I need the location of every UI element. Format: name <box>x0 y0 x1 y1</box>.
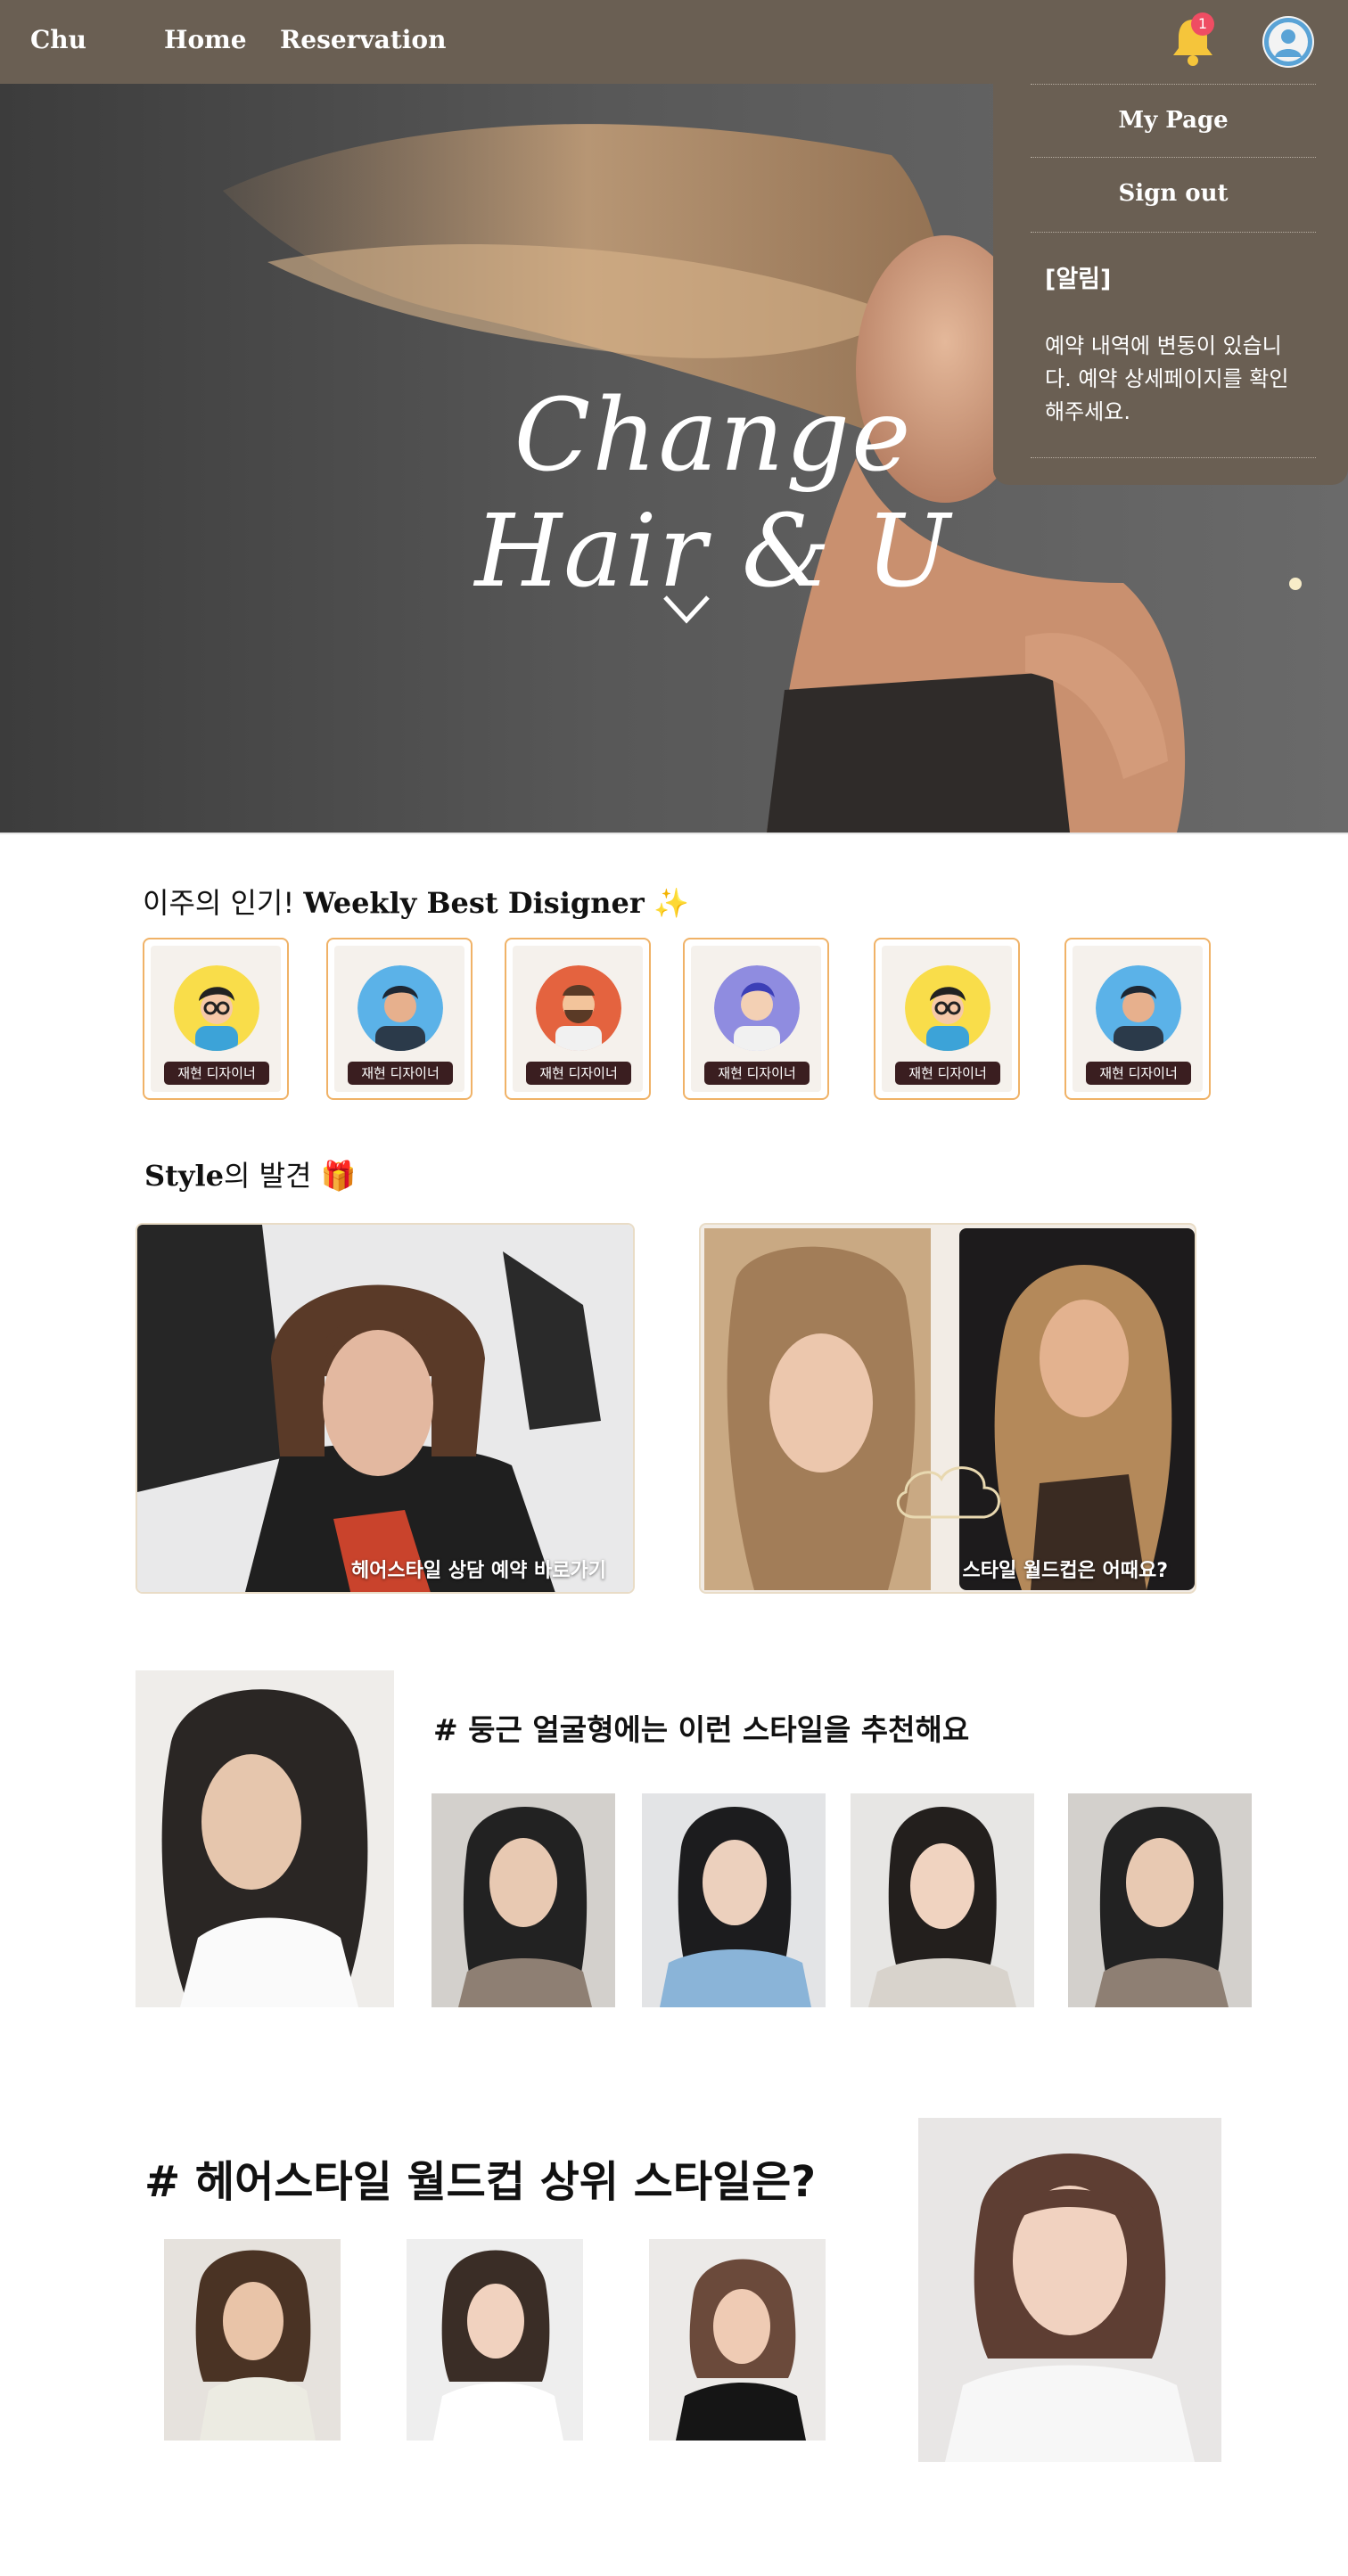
promo-photo-bob <box>137 1225 633 1592</box>
consultation-promo-caption: 헤어스타일 상담 예약 바로가기 <box>350 1560 606 1582</box>
designer-name-tag: 재현 디자이너 <box>348 1062 453 1085</box>
designer-name-tag: 재현 디자이너 <box>704 1062 810 1085</box>
style-thumbnail[interactable] <box>1068 1793 1252 2007</box>
style-thumbnail[interactable] <box>642 1793 826 2007</box>
top-style-photo <box>407 2239 583 2441</box>
designer-card[interactable]: 재현 디자이너 <box>326 938 473 1100</box>
designer-card-inner: 재현 디자이너 <box>691 946 821 1092</box>
designer-card[interactable]: 재현 디자이너 <box>505 938 651 1100</box>
designer-avatar <box>536 965 621 1051</box>
nav-reservation-link[interactable]: Reservation <box>280 25 446 54</box>
hero-title: Change Hair & U <box>474 378 952 610</box>
top-navbar: Chu Home Reservation 1 <box>0 0 1348 84</box>
worldcup-promo-card[interactable]: 스타일 월드컵은 어때요? <box>699 1223 1196 1594</box>
style-title-bold: Style <box>144 1159 224 1193</box>
designer-card-inner: 재현 디자이너 <box>151 946 281 1092</box>
designer-name-tag: 재현 디자이너 <box>526 1062 631 1085</box>
designer-avatar <box>174 965 259 1051</box>
top-style-thumbnail[interactable] <box>407 2239 583 2441</box>
designer-card-inner: 재현 디자이너 <box>1073 946 1203 1092</box>
designer-card[interactable]: 재현 디자이너 <box>683 938 829 1100</box>
style-title-suffix: 의 발견 <box>224 1159 321 1193</box>
my-page-menu-item[interactable]: My Page <box>1031 84 1316 155</box>
designer-avatar <box>905 965 990 1051</box>
notification-badge: 1 <box>1191 12 1214 36</box>
round-face-main-photo <box>136 1670 394 2007</box>
style-photo <box>851 1793 1034 2007</box>
profile-avatar-button[interactable] <box>1262 16 1314 68</box>
consultation-promo-card[interactable]: 헤어스타일 상담 예약 바로가기 <box>136 1223 635 1594</box>
weekly-title-prefix: 이주의 인기! <box>143 886 304 920</box>
designer-card-inner: 재현 디자이너 <box>882 946 1012 1092</box>
style-photo <box>1068 1793 1252 2007</box>
style-photo <box>432 1793 615 2007</box>
gift-icon: 🎁 <box>320 1159 357 1193</box>
style-thumbnail[interactable] <box>432 1793 615 2007</box>
sign-out-menu-item[interactable]: Sign out <box>1031 157 1316 228</box>
top-style-photo <box>649 2239 826 2441</box>
top-style-thumbnail[interactable] <box>649 2239 826 2441</box>
weekly-title-bold: Weekly Best Disigner <box>303 886 645 920</box>
designer-avatar <box>1096 965 1181 1051</box>
designer-avatar <box>714 965 800 1051</box>
designer-name-tag: 재현 디자이너 <box>164 1062 269 1085</box>
user-icon <box>1264 18 1312 66</box>
carousel-dot[interactable] <box>1289 578 1302 590</box>
designer-card[interactable]: 재현 디자이너 <box>874 938 1020 1100</box>
sparkles-icon: ✨ <box>653 886 689 920</box>
style-photo <box>642 1793 826 2007</box>
featured-style-photo <box>918 2118 1221 2462</box>
designer-card[interactable]: 재현 디자이너 <box>143 938 289 1100</box>
profile-dropdown-menu: My Page Sign out [알림] 예약 내역에 변동이 있습니다. 예… <box>993 84 1348 485</box>
top-style-featured[interactable] <box>918 2118 1221 2462</box>
nav-home-link[interactable]: Home <box>164 25 247 54</box>
notification-message: 예약 내역에 변동이 있습니다. 예약 상세페이지를 확인해주세요. <box>1045 333 1289 424</box>
promo-photo-worldcup <box>704 1228 1195 1590</box>
designer-card-inner: 재현 디자이너 <box>334 946 464 1092</box>
brand-logo[interactable]: Chu <box>30 25 86 54</box>
designer-card[interactable]: 재현 디자이너 <box>1064 938 1211 1100</box>
designer-name-tag: 재현 디자이너 <box>1086 1062 1191 1085</box>
round-face-title: # 둥근 얼굴형에는 이런 스타일을 추천해요 <box>433 1712 970 1747</box>
worldcup-promo-caption: 스타일 월드컵은 어때요? <box>962 1560 1168 1582</box>
style-thumbnail[interactable] <box>851 1793 1034 2007</box>
style-discovery-title: Style의 발견 🎁 <box>144 1153 357 1194</box>
round-face-model-image <box>136 1670 394 2007</box>
worldcup-top-title: # 헤어스타일 월드컵 상위 스타일은? <box>144 2157 817 2207</box>
section-divider <box>0 833 1348 834</box>
weekly-best-title: 이주의 인기! Weekly Best Disigner ✨ <box>143 881 689 922</box>
notification-title: [알림] <box>1045 266 1112 293</box>
chevron-down-icon[interactable] <box>660 592 713 628</box>
designer-name-tag: 재현 디자이너 <box>895 1062 1000 1085</box>
top-style-photo <box>164 2239 341 2441</box>
designer-card-inner: 재현 디자이너 <box>513 946 643 1092</box>
notification-panel[interactable]: [알림] 예약 내역에 변동이 있습니다. 예약 상세페이지를 확인해주세요. <box>1031 232 1316 458</box>
designer-avatar <box>358 965 443 1051</box>
top-style-thumbnail[interactable] <box>164 2239 341 2441</box>
